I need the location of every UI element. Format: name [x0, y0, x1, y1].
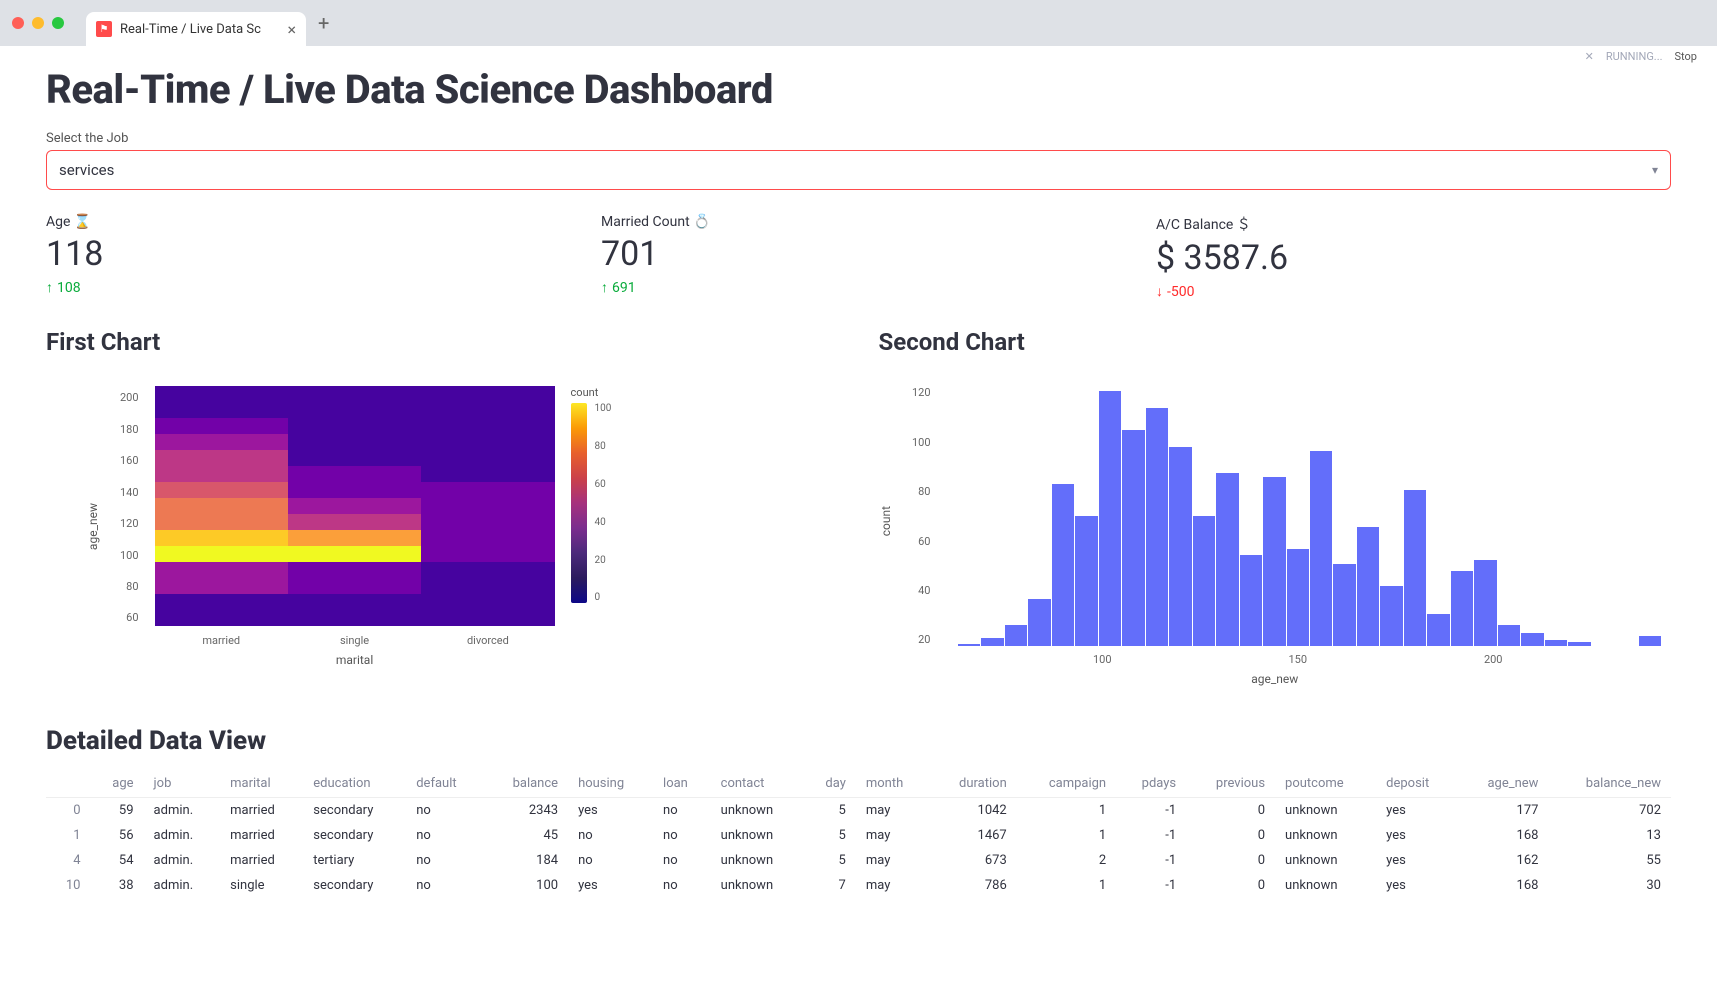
- arrow-up-icon: ↑: [601, 279, 608, 296]
- second-chart: Second Chart count 12010080604020 100150…: [879, 328, 1672, 686]
- hist-ylabel: count: [879, 506, 893, 536]
- browser-tab[interactable]: ⚑ Real-Time / Live Data Sc ×: [86, 12, 306, 46]
- metric-delta: ↑108: [46, 279, 561, 296]
- close-tab-icon[interactable]: ×: [287, 20, 296, 39]
- job-select-input[interactable]: [59, 161, 1652, 179]
- hist-xlabel: age_new: [879, 672, 1672, 686]
- table-row[interactable]: 156admin.marriedsecondaryno45nonounknown…: [46, 823, 1671, 848]
- job-select[interactable]: ▾: [46, 150, 1671, 190]
- chevron-down-icon: ▾: [1652, 163, 1658, 177]
- app-status: ✕ RUNNING... Stop: [1585, 50, 1697, 63]
- data-table[interactable]: agejobmaritaleducationdefaultbalancehous…: [46, 770, 1671, 898]
- table-row[interactable]: 059admin.marriedsecondaryno2343yesnounkn…: [46, 798, 1671, 824]
- maximize-window-icon[interactable]: [52, 17, 64, 29]
- colorbar-label: count: [571, 386, 599, 399]
- close-window-icon[interactable]: [12, 17, 24, 29]
- metric-label: Age ⌛: [46, 214, 561, 230]
- metric-value: 118: [46, 236, 561, 273]
- metric-married: Married Count 💍 701 ↑691: [601, 214, 1116, 300]
- table-title: Detailed Data View: [46, 726, 1671, 756]
- table-body: 059admin.marriedsecondaryno2343yesnounkn…: [46, 798, 1671, 899]
- stop-button[interactable]: Stop: [1675, 50, 1697, 63]
- chart-title: First Chart: [46, 328, 839, 356]
- chart-title: Second Chart: [879, 328, 1672, 356]
- arrow-down-icon: ↓: [1156, 283, 1163, 300]
- hist-x-axis: 100150200: [935, 653, 1662, 666]
- metric-delta: ↑691: [601, 279, 1116, 296]
- heatmap-y-axis: 2001801601401201008060: [120, 386, 139, 626]
- page-title: Real-Time / Live Data Science Dashboard: [46, 66, 1671, 113]
- heatmap-x-axis: marriedsingledivorced: [155, 634, 555, 647]
- first-chart: First Chart age_new 20018016014012010080…: [46, 328, 839, 686]
- job-filter-label: Select the Job: [46, 131, 1671, 146]
- metric-delta: ↓-500: [1156, 283, 1671, 300]
- metric-value: 701: [601, 236, 1116, 273]
- running-icon: ✕: [1585, 50, 1594, 63]
- hist-y-axis: 12010080604020: [909, 386, 931, 646]
- metric-label: A/C Balance ＄: [1156, 214, 1671, 234]
- table-row[interactable]: 454admin.marriedtertiaryno184nonounknown…: [46, 848, 1671, 873]
- heatmap-ylabel: age_new: [86, 503, 100, 550]
- minimize-window-icon[interactable]: [32, 17, 44, 29]
- metrics-row: Age ⌛ 118 ↑108 Married Count 💍 701 ↑691 …: [46, 214, 1671, 300]
- table-header-row: agejobmaritaleducationdefaultbalancehous…: [46, 770, 1671, 798]
- browser-tabbar: ⚑ Real-Time / Live Data Sc × +: [0, 0, 1717, 46]
- new-tab-button[interactable]: +: [318, 11, 329, 35]
- hist-plot[interactable]: [935, 386, 1662, 646]
- window-controls: [12, 17, 64, 29]
- metric-label: Married Count 💍: [601, 214, 1116, 230]
- heatmap-grid[interactable]: [155, 386, 555, 626]
- metric-value: $ 3587.6: [1156, 240, 1671, 277]
- colorbar: count 100806040200: [571, 386, 612, 603]
- tab-title: Real-Time / Live Data Sc: [120, 22, 261, 37]
- metric-age: Age ⌛ 118 ↑108: [46, 214, 561, 300]
- metric-balance: A/C Balance ＄ $ 3587.6 ↓-500: [1156, 214, 1671, 300]
- heatmap-xlabel: marital: [155, 653, 555, 667]
- streamlit-favicon-icon: ⚑: [96, 21, 112, 37]
- running-label: RUNNING...: [1606, 50, 1663, 63]
- colorbar-ticks: 100806040200: [595, 403, 612, 603]
- table-row[interactable]: 1038admin.singlesecondaryno100yesnounkno…: [46, 873, 1671, 898]
- colorbar-gradient: [571, 403, 587, 603]
- arrow-up-icon: ↑: [46, 279, 53, 296]
